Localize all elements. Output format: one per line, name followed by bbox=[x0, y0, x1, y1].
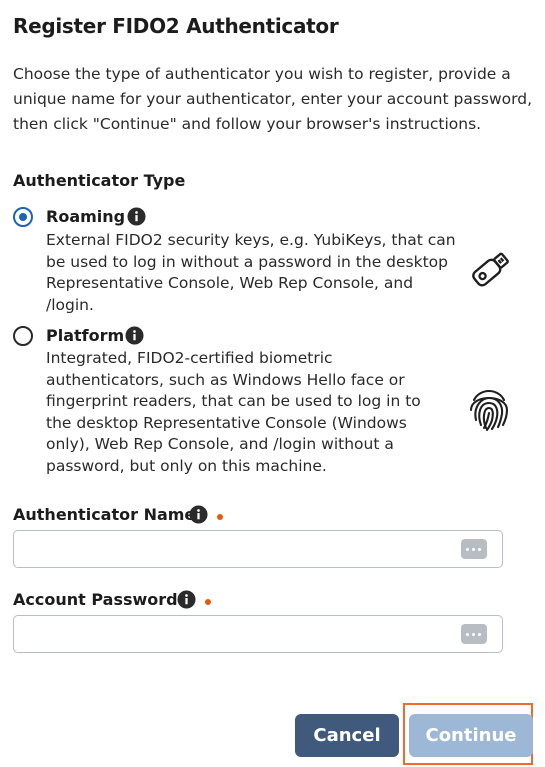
platform-label[interactable]: Platform bbox=[46, 326, 124, 345]
platform-info-icon[interactable] bbox=[125, 326, 144, 345]
authenticator-name-input[interactable] bbox=[14, 531, 464, 567]
continue-button[interactable]: Continue bbox=[409, 714, 533, 757]
roaming-radio[interactable] bbox=[13, 207, 33, 227]
name-info-icon[interactable] bbox=[189, 505, 208, 524]
dialog-title: Register FIDO2 Authenticator bbox=[13, 14, 339, 38]
roaming-label[interactable]: Roaming bbox=[46, 207, 125, 226]
authenticator-name-label: Authenticator Name bbox=[13, 505, 196, 524]
cancel-button[interactable]: Cancel bbox=[295, 714, 399, 757]
roaming-description: External FIDO2 security keys, e.g. YubiK… bbox=[46, 231, 456, 314]
authenticator-name-field[interactable] bbox=[13, 530, 503, 568]
intro-text: Choose the type of authenticator you wis… bbox=[13, 65, 533, 133]
account-password-input[interactable] bbox=[14, 616, 464, 652]
required-indicator bbox=[217, 514, 223, 520]
fingerprint-icon bbox=[469, 389, 509, 432]
password-manager-icon[interactable] bbox=[461, 539, 487, 559]
platform-description: Integrated, FIDO2-certified biometric au… bbox=[46, 349, 421, 475]
usb-key-icon bbox=[472, 252, 509, 287]
account-password-field[interactable] bbox=[13, 615, 503, 653]
authenticator-type-label: Authenticator Type bbox=[13, 171, 186, 190]
required-indicator bbox=[205, 599, 211, 605]
password-info-icon[interactable] bbox=[177, 590, 196, 609]
roaming-info-icon[interactable] bbox=[127, 207, 146, 226]
platform-radio[interactable] bbox=[13, 326, 33, 346]
account-password-label: Account Password bbox=[13, 590, 178, 609]
password-manager-icon[interactable] bbox=[461, 624, 487, 644]
